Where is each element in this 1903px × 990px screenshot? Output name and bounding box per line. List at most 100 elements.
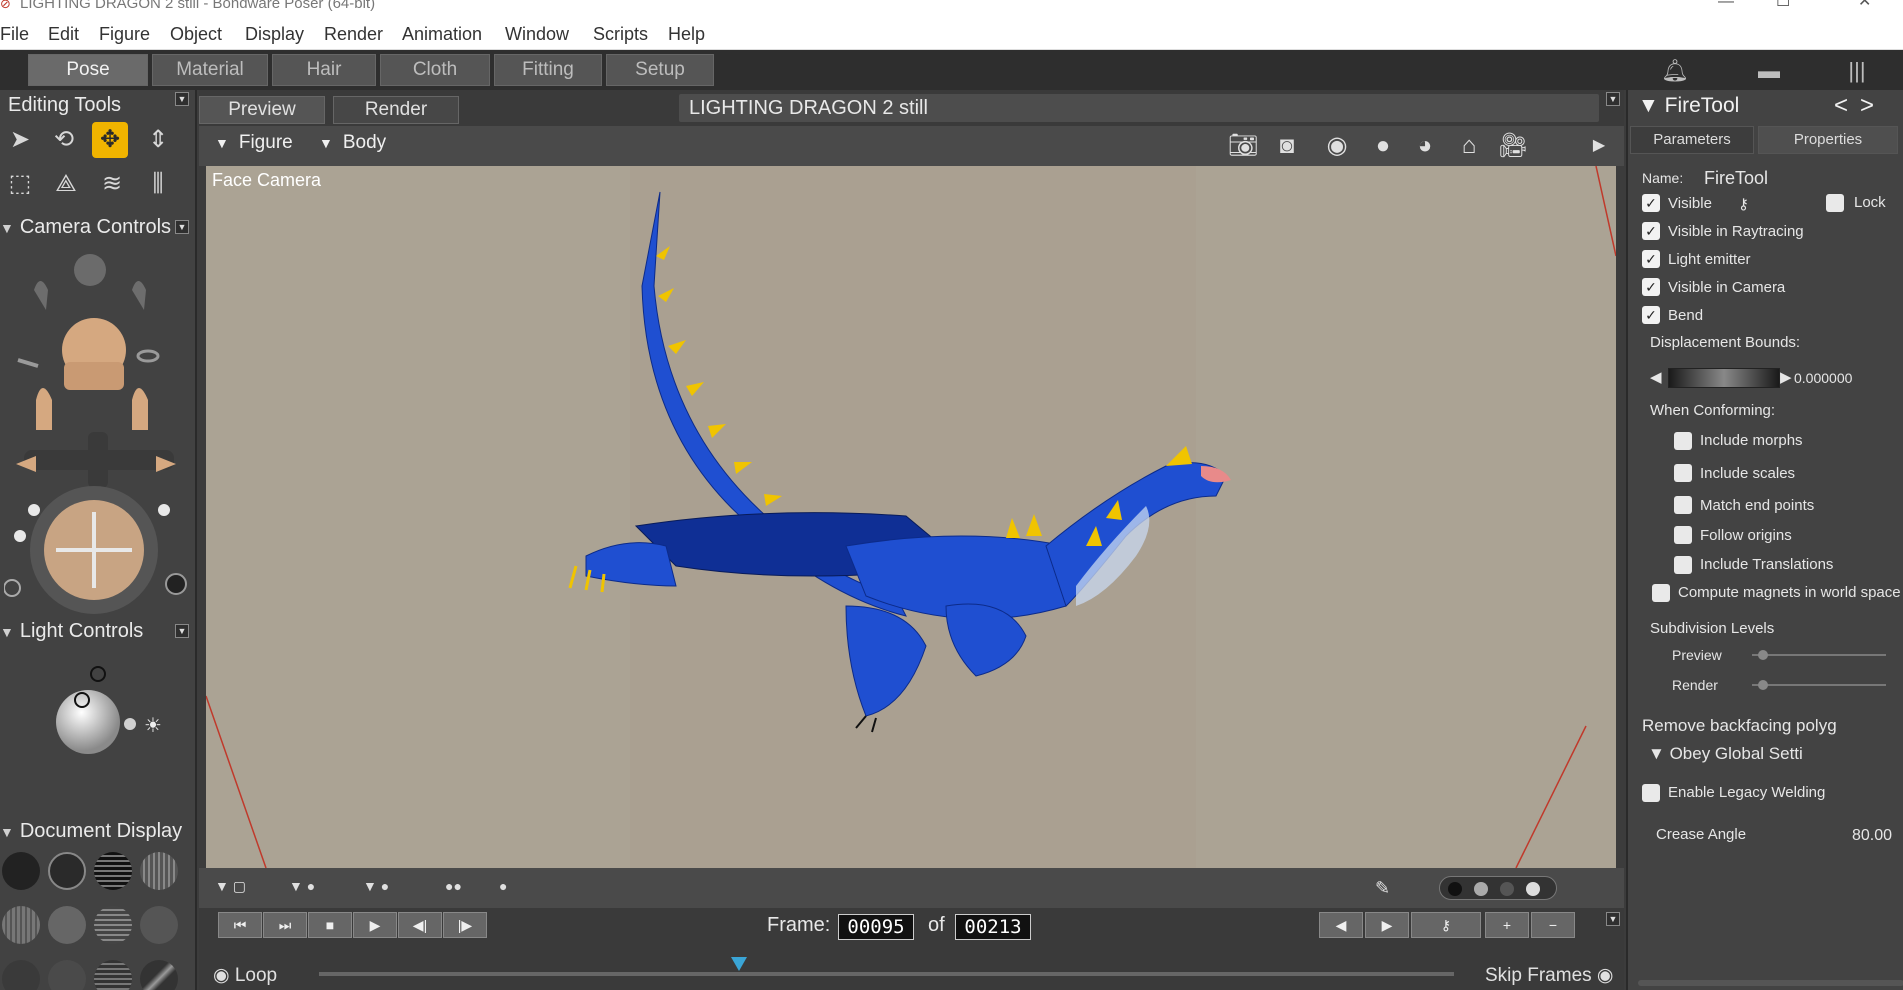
go-to-start-button[interactable]: ⏮ bbox=[218, 912, 262, 938]
translate-tool-icon[interactable]: ✥ bbox=[92, 122, 128, 158]
bend-checkbox[interactable]: ✓ bbox=[1642, 306, 1660, 324]
outline-display-icon[interactable] bbox=[48, 852, 86, 890]
timeline-playhead-icon[interactable] bbox=[730, 957, 747, 971]
visible-checkbox[interactable]: ✓ bbox=[1642, 194, 1660, 212]
tab-pose[interactable]: Pose bbox=[28, 54, 148, 86]
camera-frame-icon[interactable]: ◉ bbox=[1319, 130, 1355, 162]
displacement-dial[interactable] bbox=[1668, 368, 1780, 388]
lit-wireframe-display-icon[interactable] bbox=[2, 906, 40, 944]
animation-menu-button[interactable]: ▼ bbox=[1606, 912, 1620, 926]
bell-icon[interactable]: 🔔︎ bbox=[1660, 58, 1690, 83]
wireframe-display-icon[interactable] bbox=[94, 852, 132, 890]
document-menu-button[interactable]: ▼ bbox=[1606, 92, 1620, 106]
include-morphs-checkbox[interactable] bbox=[1674, 432, 1692, 450]
include-translations-checkbox[interactable] bbox=[1674, 556, 1692, 574]
texture-shaded-display-icon[interactable] bbox=[94, 960, 132, 990]
hidden-line-display-icon[interactable] bbox=[140, 852, 178, 890]
menu-object[interactable]: Object bbox=[170, 24, 222, 45]
footer-dropdown-3-icon[interactable]: ▼ ● bbox=[363, 878, 389, 894]
menu-help[interactable]: Help bbox=[668, 24, 705, 45]
menu-animation[interactable]: Animation bbox=[402, 24, 482, 45]
editing-tools-collapse-button[interactable]: ▼ bbox=[175, 92, 189, 106]
subdivision-preview-knob[interactable] bbox=[1758, 650, 1768, 660]
toolbar-more-icon[interactable]: ▶ bbox=[1581, 130, 1617, 162]
include-scales-checkbox[interactable] bbox=[1674, 464, 1692, 482]
subdivision-render-slider[interactable] bbox=[1752, 684, 1886, 686]
scale-tool-icon[interactable]: ⬚ bbox=[2, 166, 38, 202]
taper-tool-icon[interactable]: ⟁ bbox=[48, 166, 84, 202]
preview-display-icon[interactable] bbox=[140, 960, 178, 990]
key-toggle-icon[interactable]: ⚷ bbox=[1738, 195, 1749, 213]
lights-group-icon[interactable]: ●● bbox=[445, 878, 462, 894]
next-frame-button[interactable]: |▶ bbox=[443, 912, 487, 938]
light-controls-header[interactable]: ▼ Light Controls bbox=[0, 620, 195, 648]
key-icon[interactable]: ⚷ bbox=[1411, 912, 1481, 938]
tab-properties[interactable]: Properties bbox=[1758, 126, 1898, 154]
visible-camera-checkbox[interactable]: ✓ bbox=[1642, 278, 1660, 296]
cartoon-display-icon[interactable] bbox=[140, 906, 178, 944]
tab-fitting[interactable]: Fitting bbox=[494, 54, 602, 86]
menu-display[interactable]: Display bbox=[245, 24, 304, 45]
remove-key-button[interactable]: − bbox=[1531, 912, 1575, 938]
remove-backfacing-label[interactable]: Remove backfacing polyg bbox=[1642, 716, 1837, 736]
previous-key-button[interactable]: ◀ bbox=[1319, 912, 1363, 938]
light-control-widget[interactable]: ☀ bbox=[40, 664, 180, 764]
add-key-button[interactable]: + bbox=[1485, 912, 1529, 938]
3d-viewport[interactable]: Face Camera bbox=[206, 166, 1616, 868]
match-end-points-checkbox[interactable] bbox=[1674, 496, 1692, 514]
menu-edit[interactable]: Edit bbox=[48, 24, 79, 45]
properties-scrollbar[interactable] bbox=[1638, 980, 1903, 986]
tab-setup[interactable]: Setup bbox=[606, 54, 714, 86]
move-updown-tool-icon[interactable]: ⇕ bbox=[140, 122, 176, 158]
obey-global-dropdown[interactable]: ▼ Obey Global Setti bbox=[1648, 744, 1803, 764]
menu-render[interactable]: Render bbox=[324, 24, 383, 45]
light-swatches[interactable] bbox=[1439, 876, 1557, 900]
play-button[interactable]: ▶ bbox=[353, 912, 397, 938]
white-swatch-icon[interactable] bbox=[1526, 882, 1540, 896]
chat-icon[interactable]: ▬ bbox=[1754, 58, 1784, 83]
flat-lined-display-icon[interactable] bbox=[94, 906, 132, 944]
ground-shadow-icon[interactable]: ● bbox=[499, 878, 507, 894]
skip-frames-option[interactable]: Skip Frames ◉ bbox=[1485, 964, 1614, 987]
light-emitter-checkbox[interactable]: ✓ bbox=[1642, 250, 1660, 268]
menu-figure[interactable]: Figure bbox=[99, 24, 150, 45]
tab-hair[interactable]: Hair bbox=[272, 54, 376, 86]
stop-button[interactable]: ■ bbox=[308, 912, 352, 938]
pen-icon[interactable]: ✎ bbox=[1375, 878, 1390, 899]
flat-shaded-display-icon[interactable] bbox=[48, 906, 86, 944]
camera-animation-icon[interactable]: 🎥︎ bbox=[1495, 130, 1531, 162]
previous-object-button[interactable]: < bbox=[1834, 92, 1848, 120]
footer-dropdown-2-icon[interactable]: ▼ ● bbox=[289, 878, 315, 894]
decrease-arrow-icon[interactable]: ◀ bbox=[1650, 368, 1662, 386]
smooth-lined-display-icon[interactable] bbox=[48, 960, 86, 990]
chain-break-tool-icon[interactable]: ≋ bbox=[94, 166, 130, 202]
camera-snapshot-icon[interactable]: 📷︎ bbox=[1225, 130, 1261, 162]
displacement-bounds-value[interactable]: 0.000000 bbox=[1794, 370, 1852, 386]
enable-legacy-welding-checkbox[interactable] bbox=[1642, 784, 1660, 802]
close-button[interactable]: ✕ bbox=[1858, 0, 1871, 10]
camera-controls-collapse-button[interactable]: ▼ bbox=[175, 220, 189, 234]
camera-dolly-icon[interactable]: ⌂ bbox=[1451, 130, 1487, 162]
smooth-shaded-display-icon[interactable] bbox=[2, 960, 40, 990]
camera-controls-header[interactable]: ▼ Camera Controls bbox=[0, 216, 195, 244]
total-frames-field[interactable]: 00213 bbox=[955, 914, 1031, 940]
tab-material[interactable]: Material bbox=[152, 54, 268, 86]
subdivision-render-knob[interactable] bbox=[1758, 680, 1768, 690]
library-icon[interactable]: ||| bbox=[1842, 58, 1872, 83]
dark-swatch-icon[interactable] bbox=[1500, 882, 1514, 896]
black-swatch-icon[interactable] bbox=[1448, 882, 1462, 896]
timeline-track[interactable] bbox=[319, 972, 1454, 976]
collapse-triangle-icon[interactable]: ▼ bbox=[1638, 94, 1659, 117]
select-tool-icon[interactable]: ➤ bbox=[2, 122, 38, 158]
current-frame-field[interactable]: 00095 bbox=[838, 914, 914, 940]
tab-cloth[interactable]: Cloth bbox=[380, 54, 490, 86]
menu-window[interactable]: Window bbox=[505, 24, 569, 45]
render-sphere-icon[interactable]: ● bbox=[1365, 130, 1401, 162]
next-key-button[interactable]: ▶ bbox=[1365, 912, 1409, 938]
go-to-end-button[interactable]: ⏭ bbox=[263, 912, 307, 938]
direct-manipulation-tool-icon[interactable]: ⫼ bbox=[140, 166, 176, 202]
camera-control-widget[interactable] bbox=[4, 250, 194, 620]
figure-dropdown[interactable]: ▼ Figure bbox=[215, 132, 293, 154]
render-settings-icon[interactable]: ◕ bbox=[1407, 130, 1443, 162]
compute-magnets-checkbox[interactable] bbox=[1652, 584, 1670, 602]
